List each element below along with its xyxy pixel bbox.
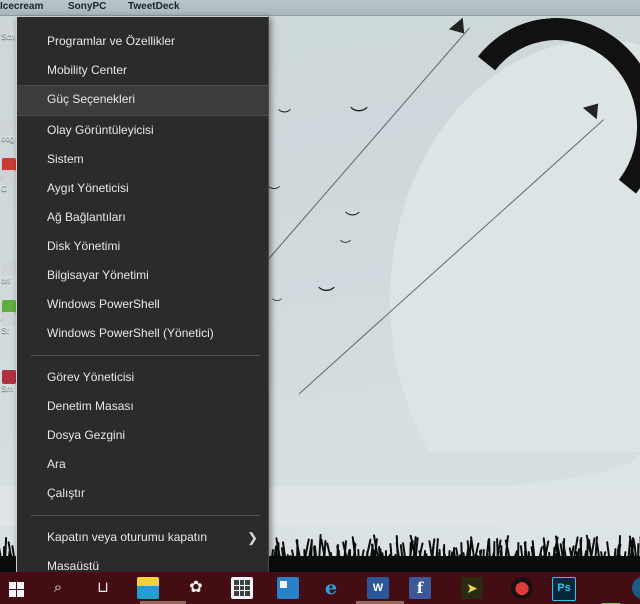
window-caption-2[interactable]: TweetDeck xyxy=(128,1,180,12)
bird-icon-6: ︶ xyxy=(272,299,282,310)
winx-quick-link-menu[interactable]: Programlar ve Özellikler Mobility Center G… xyxy=(16,16,269,580)
window-caption-0[interactable]: Icecream xyxy=(0,1,43,12)
menu-item-label: Çalıştır xyxy=(47,486,86,500)
menu-item-14[interactable]: Dosya Gezgini xyxy=(17,421,268,450)
blue-circle-app-icon[interactable] xyxy=(632,577,640,599)
menu-item-label: Windows PowerShell (Yönetici) xyxy=(47,326,214,340)
bird-icon-0: ︶ xyxy=(278,109,292,124)
menu-item-18[interactable]: Kapatın veya oturumu kapatın ❯ xyxy=(17,523,268,552)
telegram-icon[interactable]: ➤ xyxy=(461,577,483,599)
menu-item-16[interactable]: Çalıştır xyxy=(17,479,268,508)
menu-separator xyxy=(31,515,260,516)
bird-icon-1: ︶ xyxy=(350,106,368,127)
bird-icon-3: ︶ xyxy=(345,210,361,228)
desktop-icon-glyph-7 xyxy=(2,370,16,384)
grass-blade xyxy=(527,551,531,565)
desktop-icon-glyph-0 xyxy=(2,18,16,32)
bird-icon-2: ︶ xyxy=(268,185,281,199)
desktop-icon-glyph-6 xyxy=(2,312,16,326)
word-icon[interactable]: W xyxy=(367,577,389,599)
menu-item-4[interactable]: Sistem xyxy=(17,145,268,174)
menu-item-label: Disk Yönetimi xyxy=(47,239,121,253)
desktop-icon-glyph-4 xyxy=(2,262,16,276)
bird-icon-5: ︶ xyxy=(318,286,335,306)
start-button[interactable] xyxy=(2,574,32,602)
top-window-strip: Icecream SonyPC TweetDeck xyxy=(0,0,640,16)
kite-tip-left xyxy=(448,17,472,40)
menu-item-0[interactable]: Programlar ve Özellikler xyxy=(17,27,268,56)
calculator-icon[interactable] xyxy=(231,577,253,599)
taskbar[interactable]: ⌕ ⊔ ✿ e Wf ➤ ⬤ Ps xyxy=(0,572,640,604)
store-icon[interactable] xyxy=(137,577,159,599)
desktop-icon-glyph-3 xyxy=(2,170,16,184)
menu-item-15[interactable]: Ara xyxy=(17,450,268,479)
kite-shape xyxy=(444,7,640,243)
edge-icon[interactable]: e xyxy=(320,577,342,599)
menu-item-label: Kapatın veya oturumu kapatın xyxy=(47,530,208,544)
menu-item-label: Ağ Bağlantıları xyxy=(47,210,126,224)
window-caption-1[interactable]: SonyPC xyxy=(68,1,106,12)
photos-icon[interactable] xyxy=(277,577,299,599)
grass-blade xyxy=(348,548,351,565)
menu-item-6[interactable]: Ağ Bağlantıları xyxy=(17,203,268,232)
menu-item-label: Güç Seçenekleri xyxy=(47,92,136,106)
menu-item-9[interactable]: Windows PowerShell xyxy=(17,290,268,319)
menu-item-label: Programlar ve Özellikler xyxy=(47,34,176,48)
photoshop-icon[interactable]: Ps xyxy=(552,577,576,601)
menu-item-1[interactable]: Mobility Center xyxy=(17,56,268,85)
menu-item-label: Mobility Center xyxy=(47,63,128,77)
menu-item-label: Sistem xyxy=(47,152,84,166)
menu-item-label: Bilgisayar Yönetimi xyxy=(47,268,149,282)
menu-item-label: Olay Görüntüleyicisi xyxy=(47,123,154,137)
menu-item-label: Dosya Gezgini xyxy=(47,428,126,442)
menu-item-label: Ara xyxy=(47,457,66,471)
menu-item-7[interactable]: Disk Yönetimi xyxy=(17,232,268,261)
menu-item-label: Aygıt Yöneticisi xyxy=(47,181,129,195)
grass-blade xyxy=(385,549,388,565)
search-icon[interactable]: ⌕ xyxy=(47,577,69,599)
menu-item-5[interactable]: Aygıt Yöneticisi xyxy=(17,174,268,203)
menu-item-8[interactable]: Bilgisayar Yönetimi xyxy=(17,261,268,290)
task-view-icon[interactable]: ⊔ xyxy=(92,577,114,599)
grass-blade xyxy=(636,543,640,565)
menu-item-label: Windows PowerShell xyxy=(47,297,160,311)
menu-separator xyxy=(31,355,260,356)
menu-item-2[interactable]: Güç Seçenekleri xyxy=(17,85,268,116)
menu-item-3[interactable]: Olay Görüntüleyicisi xyxy=(17,116,268,145)
desktop-screen: ︶︶︶︶︶︶︶ SchoogFlCorlCaStSm IcecreamSonyP… xyxy=(0,0,640,604)
settings-gear-icon[interactable]: ✿ xyxy=(185,577,207,599)
menu-item-10[interactable]: Windows PowerShell (Yönetici) xyxy=(17,319,268,348)
menu-item-13[interactable]: Denetim Masası xyxy=(17,392,268,421)
books-icon[interactable] xyxy=(600,599,622,604)
menu-item-12[interactable]: Görev Yöneticisi xyxy=(17,363,268,392)
calculator-grid xyxy=(231,577,253,599)
facebook-icon[interactable]: f xyxy=(409,577,431,599)
grass-blade xyxy=(302,549,306,565)
desktop-icon-glyph-1 xyxy=(2,120,16,134)
menu-item-label: Masaüstü xyxy=(47,559,100,573)
menu-item-label: Denetim Masası xyxy=(47,399,134,413)
windows-logo-icon xyxy=(9,582,24,597)
menu-item-label: Görev Yöneticisi xyxy=(47,370,135,384)
grass-blade xyxy=(500,545,504,565)
bird-icon-4: ︶ xyxy=(340,239,351,252)
red-circle-app-icon[interactable]: ⬤ xyxy=(511,577,533,599)
grass-blade xyxy=(438,549,441,565)
chevron-right-icon: ❯ xyxy=(247,530,258,545)
